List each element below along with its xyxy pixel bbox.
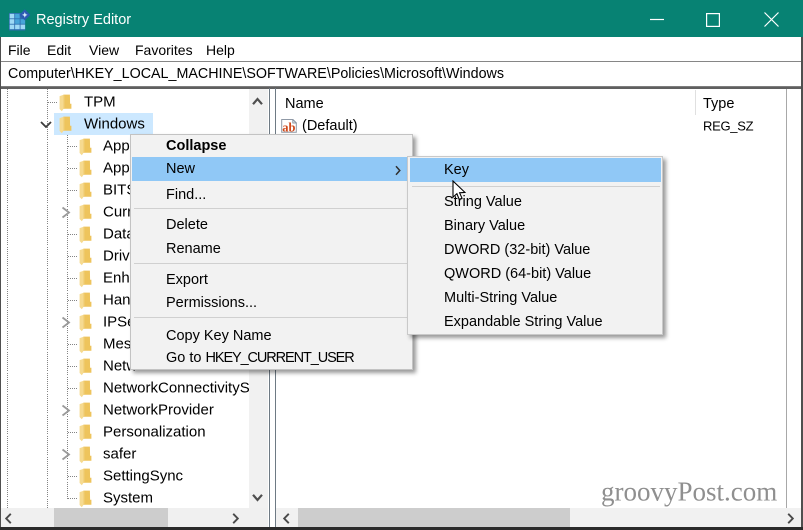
svg-text:ab: ab: [282, 120, 295, 132]
